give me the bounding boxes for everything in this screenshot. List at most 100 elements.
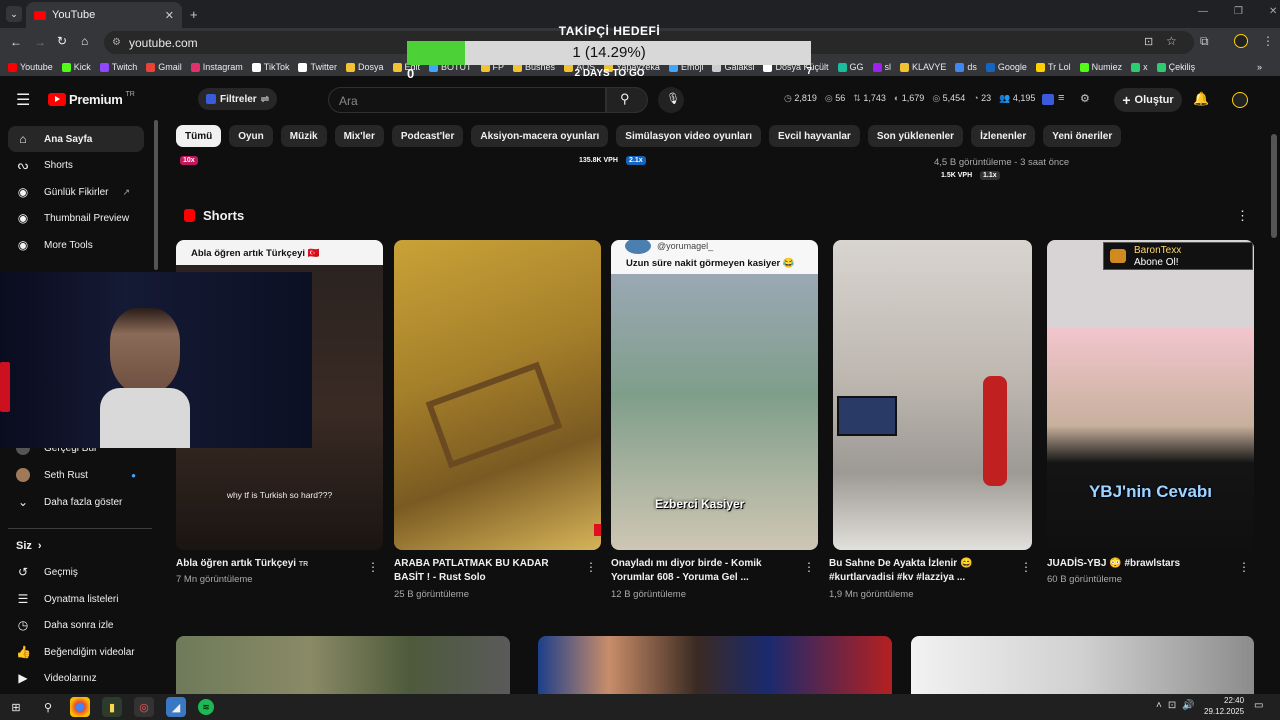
search-icon[interactable]: ⚲ [38,697,58,717]
sidebar-you-header[interactable]: Siz › [8,533,144,559]
bookmark-item[interactable]: Tr Lol [1035,62,1071,72]
tab-close-icon[interactable]: ✕ [165,9,174,22]
install-app-icon[interactable]: ⊡ [1144,35,1153,48]
short-thumbnail[interactable]: @yorumagel_ Uzun süre nakit görmeyen kas… [611,240,818,550]
short-title[interactable]: Onayladı mı diyor birde - Komik Yorumlar… [611,557,791,585]
sidebar-item-more-tools[interactable]: ◉ More Tools [8,232,144,258]
sidebar-item-watch-later[interactable]: ◷ Daha sonra izle [8,612,144,638]
spotify-icon[interactable]: ≋ [198,699,214,715]
network-icon[interactable]: ⊡ [1168,700,1176,711]
more-actions-icon[interactable]: ⋮ [367,560,379,574]
more-actions-icon[interactable]: ⋮ [1020,560,1032,574]
sidebar-show-more[interactable]: ⌄ Daha fazla göster [8,489,144,515]
bookmark-item[interactable]: TikTok [251,62,289,72]
bookmark-star-icon[interactable]: ☆ [1166,34,1177,48]
sidebar-item-daily-ideas[interactable]: ◉ Günlük Fikirler ↗ [8,179,144,205]
sort-icon[interactable]: ≡ [1058,92,1064,104]
bookmark-item[interactable]: Gmail [146,62,182,72]
windows-start-icon[interactable]: ⊞ [6,697,26,717]
bookmark-item[interactable]: Instagram [190,62,243,72]
search-input[interactable]: Ara [328,87,606,113]
bookmark-item[interactable]: Youtube [8,62,53,72]
tray-chevron-icon[interactable]: ˄ [1156,700,1162,711]
bookmark-item[interactable]: Google [985,62,1027,72]
chip-8[interactable]: Son yüklenenler [867,125,964,147]
youtube-premium-logo[interactable]: Premium TR [48,91,135,107]
chip-1[interactable]: Oyun [229,125,273,147]
video-thumbnail[interactable] [911,636,1254,694]
chip-10[interactable]: Yeni öneriler [1043,125,1122,147]
sidebar-item-playlists[interactable]: ☰ Oynatma listeleri [8,586,144,612]
more-actions-icon[interactable]: ⋮ [585,560,597,574]
account-avatar[interactable] [1232,92,1248,108]
bookmark-item[interactable]: Dosya [345,62,384,72]
browser-tab-youtube[interactable]: YouTube ✕ [26,2,182,28]
chip-4[interactable]: Podcast'ler [391,125,464,147]
chip-7[interactable]: Evcil hayvanlar [769,125,860,147]
sidebar-scrollbar[interactable] [154,120,158,270]
tab-search-icon[interactable]: ⌄ [6,6,22,22]
bookmark-item[interactable]: Twitch [99,62,137,72]
forward-icon[interactable]: → [34,35,46,49]
chip-5[interactable]: Aksiyon-macera oyunları [471,125,609,147]
short-title[interactable]: ARABA PATLATMAK BU KADAR BASİT ! - Rust … [394,557,574,585]
window-close-icon[interactable]: ✕ [1269,6,1277,17]
clock[interactable]: 22:40 29.12.2025 [1204,695,1244,717]
chip-6[interactable]: Simülasyon video oyunları [616,125,761,147]
chip-9[interactable]: İzlenenler [971,125,1036,147]
hamburger-menu-icon[interactable]: ☰ [16,90,30,110]
app-icon[interactable]: ▮ [102,697,122,717]
video-thumbnail[interactable] [176,636,510,694]
sidebar-item-liked-videos[interactable]: 👍 Beğendiğim videolar [8,639,144,665]
reload-icon[interactable]: ↻ [57,34,67,48]
new-tab-icon[interactable]: + [190,7,198,22]
sidebar-item-thumbnail-preview[interactable]: ◉ Thumbnail Preview [8,205,144,231]
filters-button[interactable]: Filtreler ⇌ [198,88,278,110]
create-button[interactable]: + Oluştur [1114,88,1182,112]
short-title[interactable]: Bu Sahne De Ayakta İzlenir 😄 #kurtlarvad… [829,557,1009,585]
bookmark-item[interactable]: KLAVYE [900,62,946,72]
minimize-icon[interactable]: — [1198,6,1208,17]
sidebar-item-history[interactable]: ↺ Geçmiş [8,559,144,585]
bookmark-item[interactable]: Twitter [298,62,337,72]
shorts-menu-icon[interactable]: ⋮ [1236,208,1249,224]
sidebar-item-shorts[interactable]: ᔓ Shorts [8,152,144,178]
more-actions-icon[interactable]: ⋮ [803,560,815,574]
video-thumbnail[interactable] [538,636,892,694]
restore-icon[interactable]: ❐ [1234,6,1243,17]
extension-badge-icon[interactable] [1042,94,1054,105]
chrome-icon[interactable] [70,697,90,717]
obs-icon[interactable]: ◎ [134,697,154,717]
short-thumbnail[interactable] [394,240,601,550]
bookmark-item[interactable]: Kick [61,62,91,72]
sidebar-item-subscription[interactable]: Seth Rust ● [8,462,144,488]
browser-menu-icon[interactable]: ⋮ [1262,34,1274,48]
volume-icon[interactable]: 🔊 [1182,700,1194,711]
notifications-icon[interactable]: ▭ [1254,700,1263,711]
voice-search-button[interactable]: 🎙 [658,87,684,113]
short-thumbnail[interactable]: BaronTexx Abone Ol! YBJ'nin Cevabı [1047,240,1254,550]
home-icon[interactable]: ⌂ [81,34,88,48]
bookmark-item[interactable]: x [1131,62,1148,72]
settings-gear-icon[interactable]: ⚙ [1080,92,1090,105]
page-scrollbar[interactable] [1271,134,1277,238]
chip-3[interactable]: Mix'ler [334,125,384,147]
extensions-icon[interactable]: ⧉ [1200,34,1209,49]
bookmark-item[interactable]: sl [872,62,891,72]
sidebar-item-home[interactable]: ⌂ Ana Sayfa [8,126,144,152]
bookmark-item[interactable]: GG [837,62,864,72]
bookmark-item[interactable]: Numiez [1079,62,1122,72]
chip-2[interactable]: Müzik [280,125,327,147]
profile-avatar[interactable] [1234,34,1248,48]
bookmark-item[interactable]: Çekiliş [1156,62,1195,72]
sidebar-item-your-videos[interactable]: ▶ Videolarınız [8,665,144,691]
short-thumbnail[interactable] [833,240,1032,550]
short-title[interactable]: JUADİS-YBJ 😳 #brawlstars [1047,557,1227,571]
bookmark-item[interactable]: ds [955,62,977,72]
back-icon[interactable]: ← [10,35,22,49]
bookmarks-overflow-icon[interactable]: » [1257,62,1262,72]
notifications-bell-icon[interactable]: 🔔 [1193,91,1209,107]
search-button[interactable]: ⚲ [606,87,648,113]
short-title[interactable]: Abla öğren artık Türkçeyi TR [176,557,361,572]
more-actions-icon[interactable]: ⋮ [1238,560,1250,574]
